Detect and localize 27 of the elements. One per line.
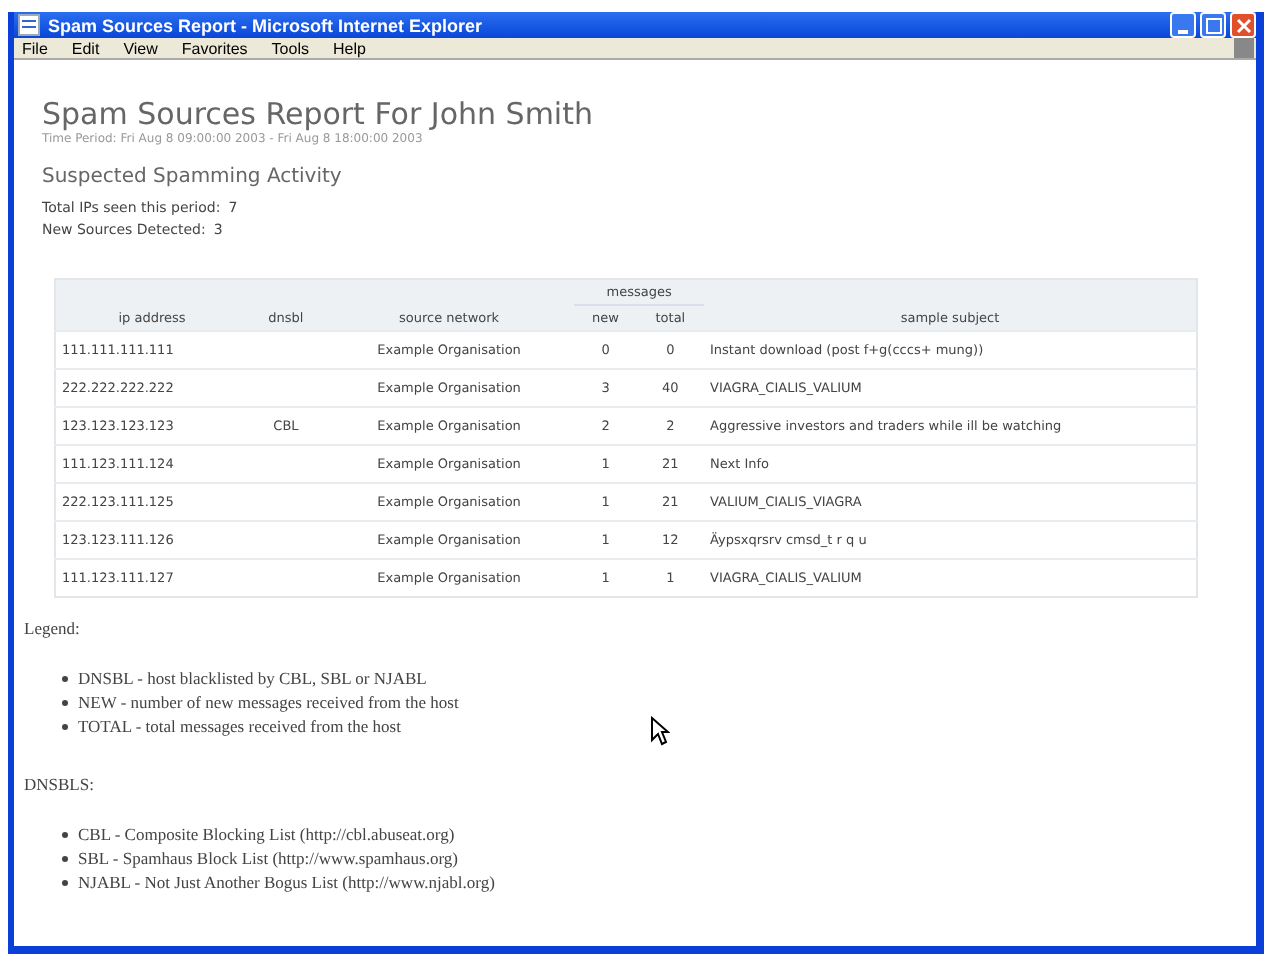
bullet-icon (62, 855, 68, 861)
dnsbl-item: CBL - Composite Blocking List (http://cbl.abuseat.org) (78, 822, 455, 846)
legend-item: TOTAL - total messages received from the host (78, 714, 401, 738)
page-icon (18, 14, 40, 36)
report-title: Spam Sources Report For John Smith (42, 96, 595, 132)
menu-item[interactable]: Tools (271, 39, 309, 57)
bullet-icon (62, 699, 68, 705)
window-title: Spam Sources Report - Microsoft Internet Explorer (48, 15, 483, 35)
close-icon[interactable] (1235, 17, 1251, 33)
bullet-icon (62, 831, 68, 837)
menu-item[interactable]: Help (332, 39, 366, 57)
legend-item: NEW - number of new messages received from the host (78, 690, 459, 714)
menu-item[interactable]: File (22, 39, 48, 57)
legend-title: Legend: (24, 618, 82, 638)
bullet-icon (62, 723, 68, 729)
legend-item: DNSBL - host blacklisted by CBL, SBL or NJABL (78, 666, 427, 690)
menu-item[interactable]: Favorites (181, 39, 248, 57)
dnsbl-item: NJABL - Not Just Another Bogus List (http://www.njabl.org) (78, 870, 495, 894)
menu-item[interactable]: View (123, 39, 158, 57)
maximize-icon[interactable] (1205, 17, 1221, 33)
section-heading: Suspected Spamming Activity (42, 166, 344, 188)
bullet-icon (62, 879, 68, 885)
menu-item[interactable]: Edit (71, 39, 100, 57)
dnsbl-item: SBL - Spamhaus Block List (http://www.spamhaus.org) (78, 846, 458, 870)
dnsbls-title: DNSBLS: (24, 774, 96, 794)
bullet-icon (62, 675, 68, 681)
mouse-cursor-icon (650, 716, 670, 746)
